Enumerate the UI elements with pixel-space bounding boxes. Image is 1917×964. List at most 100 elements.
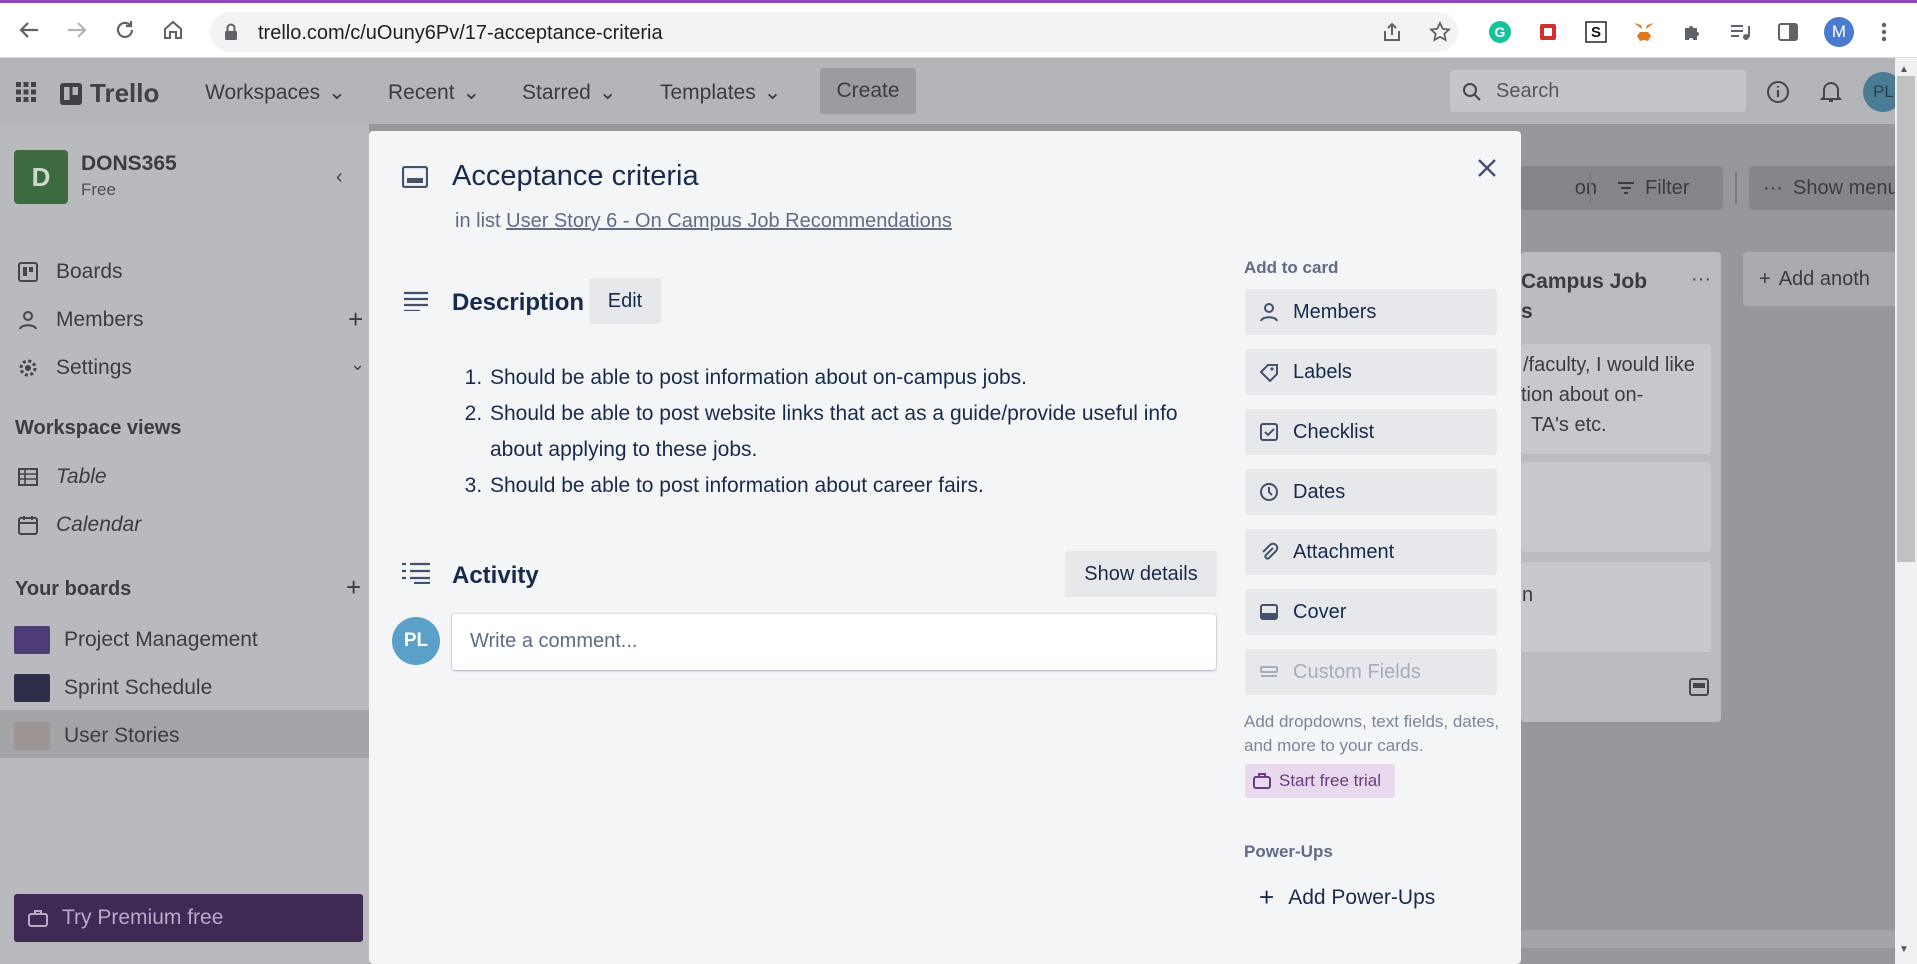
- reload-icon[interactable]: [112, 17, 138, 43]
- trial-label: Start free trial: [1279, 771, 1382, 790]
- board-horizontal-scrollbar[interactable]: [1521, 930, 1895, 948]
- attachment-button[interactable]: Attachment: [1245, 529, 1497, 575]
- filter-button[interactable]: Filter: [1603, 166, 1723, 210]
- scroll-up-icon[interactable]: ▲: [1899, 64, 1909, 75]
- header-divider: [1589, 172, 1591, 204]
- cover-button[interactable]: Cover: [1245, 589, 1497, 635]
- button-label: Custom Fields: [1293, 660, 1421, 683]
- list-link[interactable]: User Story 6 - On Campus Job Recommendat…: [506, 210, 952, 232]
- workspace-plan: Free: [81, 180, 116, 199]
- activity-icon: [401, 562, 431, 589]
- label-tag-icon: [1259, 364, 1278, 382]
- start-free-trial-button[interactable]: Start free trial: [1245, 764, 1395, 798]
- list-card-text: n: [1522, 584, 1534, 606]
- add-board-icon[interactable]: +: [346, 572, 361, 603]
- side-panel-icon[interactable]: [1776, 20, 1800, 44]
- star-icon[interactable]: [1428, 20, 1452, 44]
- add-member-icon[interactable]: +: [348, 304, 363, 335]
- avatar[interactable]: PL: [392, 617, 440, 665]
- metamask-fox-icon[interactable]: [1632, 20, 1656, 44]
- labels-button[interactable]: Labels: [1245, 349, 1497, 395]
- description-icon: [403, 291, 429, 316]
- board-user-stories[interactable]: User Stories: [14, 722, 180, 750]
- card-line: TA's etc.: [1531, 414, 1607, 436]
- header-divider: [1735, 172, 1737, 204]
- card-template-icon[interactable]: [1689, 678, 1709, 701]
- sidebar-item-label: Members: [56, 308, 144, 331]
- sidebar-item-label: Settings: [56, 356, 132, 379]
- checklist-button[interactable]: Checklist: [1245, 409, 1497, 455]
- menu-recent[interactable]: Recent ⌄: [388, 80, 480, 105]
- scroll-down-icon[interactable]: ▼: [1899, 944, 1909, 955]
- list-card-text: /faculty, I would like tion about on- TA…: [1521, 350, 1711, 440]
- menu-starred[interactable]: Starred ⌄: [522, 80, 616, 105]
- paperclip-icon: [1262, 542, 1279, 560]
- board-label: Project Management: [64, 628, 258, 651]
- show-details-button[interactable]: Show details: [1065, 551, 1217, 597]
- chevron-down-icon: ⌄: [328, 81, 346, 104]
- board-label: User Stories: [64, 724, 180, 747]
- collapse-sidebar-icon[interactable]: ‹: [336, 166, 343, 189]
- board-sprint-schedule[interactable]: Sprint Schedule: [14, 674, 212, 702]
- list-card[interactable]: [1521, 562, 1711, 652]
- scrollbar-thumb[interactable]: [1897, 76, 1915, 562]
- forward-icon[interactable]: [64, 17, 90, 43]
- trello-logo-icon: [60, 82, 82, 105]
- search-input[interactable]: [1450, 70, 1746, 112]
- show-menu-button[interactable]: ··· Show menu: [1749, 166, 1917, 210]
- create-button[interactable]: Create: [820, 68, 916, 114]
- kebab-menu-icon[interactable]: [1872, 20, 1896, 44]
- comment-input[interactable]: Write a comment...: [452, 614, 1216, 670]
- card-line: tion about on-: [1521, 384, 1644, 406]
- sidebar-item-members[interactable]: Members: [18, 308, 144, 332]
- board-thumbnail: [14, 674, 50, 702]
- apps-grid-icon[interactable]: [16, 82, 36, 107]
- try-premium-button[interactable]: Try Premium free: [14, 894, 363, 942]
- extension-s-icon[interactable]: S: [1584, 20, 1608, 44]
- add-power-ups-button[interactable]: + Add Power-Ups: [1259, 882, 1435, 913]
- close-icon[interactable]: [1471, 152, 1503, 184]
- puzzle-icon[interactable]: [1680, 20, 1704, 44]
- sidebar-view-calendar[interactable]: Calendar: [18, 513, 141, 537]
- list-card[interactable]: [1521, 462, 1711, 552]
- chevron-down-icon: ⌄: [763, 81, 782, 104]
- in-list-prefix: in list: [455, 210, 501, 232]
- media-icon[interactable]: [1728, 20, 1752, 44]
- sidebar-item-settings[interactable]: Settings: [18, 356, 132, 380]
- back-icon[interactable]: [16, 17, 42, 43]
- dates-button[interactable]: Dates: [1245, 469, 1497, 515]
- profile-avatar[interactable]: M: [1824, 17, 1854, 47]
- board-header-button[interactable]: on: [1521, 166, 1609, 210]
- menu-templates[interactable]: Templates ⌄: [660, 80, 781, 105]
- menu-workspaces[interactable]: Workspaces ⌄: [205, 80, 346, 105]
- list-title[interactable]: Campus Job: [1521, 270, 1647, 294]
- menu-label: Templates: [660, 80, 756, 104]
- workspace-name[interactable]: DONS365: [81, 152, 177, 176]
- bell-icon[interactable]: [1819, 80, 1843, 109]
- chevron-down-icon[interactable]: ⌄: [350, 354, 365, 375]
- sidebar-view-table[interactable]: Table: [18, 465, 107, 489]
- description-list[interactable]: Should be able to post information about…: [466, 360, 1206, 504]
- members-button[interactable]: Members: [1245, 289, 1497, 335]
- info-icon[interactable]: [1766, 80, 1790, 109]
- menu-label: Recent: [388, 80, 455, 104]
- clock-icon: [1260, 483, 1278, 501]
- custom-fields-button[interactable]: Custom Fields: [1245, 649, 1497, 695]
- extension-shield-icon[interactable]: [1536, 20, 1560, 44]
- card-title[interactable]: Acceptance criteria: [452, 160, 699, 193]
- share-icon[interactable]: [1380, 20, 1404, 44]
- premium-label: Try Premium free: [62, 906, 224, 929]
- sidebar-item-boards[interactable]: Boards: [18, 260, 123, 284]
- button-label: Labels: [1293, 360, 1352, 383]
- home-icon[interactable]: [160, 17, 186, 43]
- plus-icon: +: [1259, 882, 1275, 912]
- grammarly-icon[interactable]: G: [1488, 20, 1512, 44]
- ellipsis-icon: ···: [1763, 176, 1783, 199]
- board-project-management[interactable]: Project Management: [14, 626, 258, 654]
- list-menu-icon[interactable]: ···: [1691, 268, 1711, 291]
- trello-logo[interactable]: Trello: [60, 78, 159, 109]
- edit-description-button[interactable]: Edit: [589, 278, 661, 324]
- briefcase-icon: [1253, 773, 1271, 789]
- button-label: Attachment: [1293, 540, 1395, 563]
- add-list-button[interactable]: + Add anoth: [1743, 252, 1917, 306]
